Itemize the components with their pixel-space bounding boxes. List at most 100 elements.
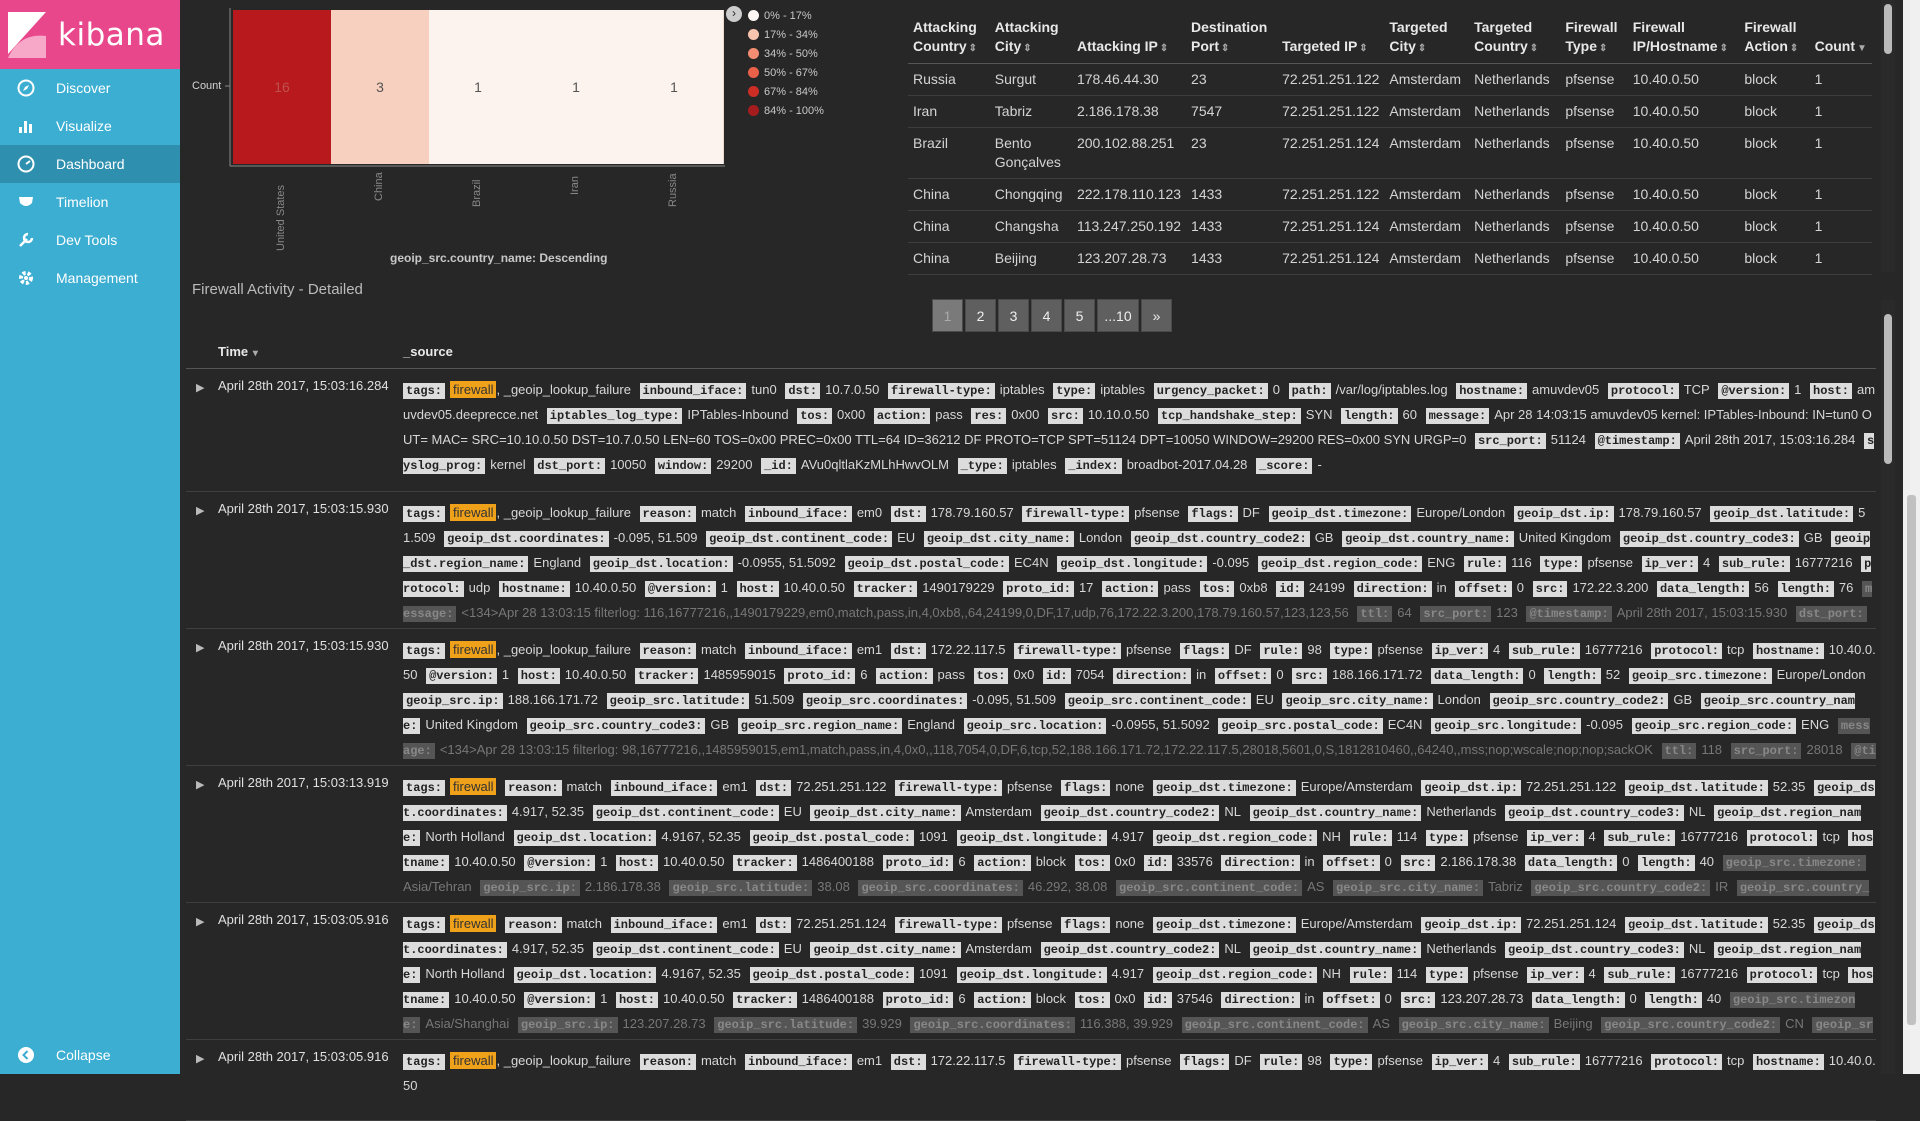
- legend-item[interactable]: 34% - 50%: [748, 44, 824, 63]
- field-value: pfsense: [1125, 642, 1172, 657]
- field-key: ttl:: [1661, 743, 1697, 759]
- source-field: protocol: tcp: [1651, 1053, 1749, 1070]
- field-key: id:: [1043, 668, 1071, 684]
- source-field: id: 37546: [1144, 991, 1218, 1008]
- page-button[interactable]: 4: [1031, 299, 1062, 332]
- attacks-table-scrollbar[interactable]: [1881, 0, 1895, 272]
- field-key: geoip_dst.region_code:: [1257, 556, 1423, 572]
- field-key: geoip_dst.location:: [589, 556, 733, 572]
- field-value: 40: [1706, 991, 1722, 1006]
- legend-item[interactable]: 17% - 34%: [748, 25, 824, 44]
- source-field: reason: match: [639, 505, 742, 522]
- source-field: geoip_dst.postal_code: EC4N: [844, 555, 1054, 572]
- doc-table-scrollbar[interactable]: [1881, 300, 1895, 1074]
- field-key: tos:: [797, 408, 833, 424]
- page-button[interactable]: 3: [998, 299, 1029, 332]
- field-key: geoip_src.latitude:: [606, 693, 750, 709]
- column-header[interactable]: Destination Port ⇕: [1186, 14, 1278, 64]
- column-header[interactable]: Targeted IP ⇕: [1277, 14, 1385, 64]
- field-value: DF: [1234, 1053, 1252, 1068]
- page-button[interactable]: 5: [1064, 299, 1095, 332]
- legend-toggle-button[interactable]: ›: [726, 6, 742, 22]
- field-key: geoip_dst.country_code2:: [1040, 805, 1220, 821]
- field-value: tcp: [1822, 829, 1840, 844]
- scrollbar-thumb[interactable]: [1884, 314, 1892, 464]
- source-field: data_length: 0: [1532, 991, 1642, 1008]
- field-value: 116.388, 39.929: [1079, 1016, 1173, 1031]
- column-header[interactable]: Firewall Action ⇕: [1739, 14, 1810, 64]
- field-key: dst_port:: [534, 458, 606, 474]
- field-value: 4: [1493, 642, 1501, 657]
- time-column-header[interactable]: Time ▾: [218, 344, 258, 359]
- sidebar-item-visualize[interactable]: Visualize: [0, 107, 180, 145]
- source-field: firewall-type: pfsense: [895, 916, 1057, 933]
- field-key: geoip_src.country_code2:: [1531, 880, 1711, 896]
- field-key: tags:: [403, 917, 446, 933]
- page-scrollbar[interactable]: [1903, 0, 1920, 1074]
- field-key: geoip_src.region_name:: [737, 718, 903, 734]
- sidebar-item-discover[interactable]: Discover: [0, 69, 180, 107]
- table-row: China Changsha 113.247.250.192 1433 72.251.2…: [908, 210, 1872, 243]
- column-header-label: Targeted Country: [1474, 19, 1533, 54]
- heatmap-cell[interactable]: 16: [233, 10, 332, 164]
- field-key: @version:: [524, 992, 596, 1008]
- page-button[interactable]: 1: [932, 299, 963, 332]
- column-header[interactable]: Count ▼: [1809, 14, 1872, 64]
- expand-row-icon[interactable]: ▶: [196, 778, 204, 791]
- legend-item[interactable]: 84% - 100%: [748, 101, 824, 120]
- attacks-table-panel: Attacking Country ⇕ Attacking City ⇕ Attacki…: [908, 14, 1872, 276]
- field-value: 16777216: [1584, 1053, 1643, 1068]
- heatmap-cell[interactable]: 1: [527, 10, 626, 164]
- column-header[interactable]: Attacking IP ⇕: [1071, 14, 1187, 64]
- page-button[interactable]: 2: [965, 299, 996, 332]
- collapse-button[interactable]: Collapse: [0, 1036, 180, 1074]
- source-field: geoip_dst.location: 4.9167, 52.35: [513, 966, 746, 983]
- kibana-logo[interactable]: kibana: [0, 0, 180, 69]
- source-field: geoip_src.ip: 2.186.178.38: [480, 879, 666, 896]
- column-header[interactable]: Attacking City ⇕: [989, 14, 1072, 64]
- page-button[interactable]: ...10: [1097, 299, 1139, 332]
- y-axis-label: Count: [192, 80, 222, 92]
- sidebar-item-label: Dev Tools: [56, 232, 118, 248]
- table-cell: Brazil: [908, 127, 990, 179]
- page-button[interactable]: »: [1141, 299, 1172, 332]
- field-key: geoip_dst.timezone:: [1152, 780, 1296, 796]
- column-header[interactable]: Firewall Type ⇕: [1560, 14, 1628, 64]
- source-field: geoip_dst.ip: 178.79.160.57: [1513, 505, 1707, 522]
- field-key: direction:: [1113, 668, 1192, 684]
- column-header-label: Attacking Country: [913, 19, 977, 54]
- legend-item[interactable]: 67% - 84%: [748, 82, 824, 101]
- heatmap-cell[interactable]: 1: [625, 10, 724, 164]
- field-key: proto_id:: [882, 855, 954, 871]
- column-header[interactable]: Targeted City ⇕: [1384, 14, 1470, 64]
- sidebar-item-management[interactable]: Management: [0, 259, 180, 297]
- attacks-table-body: Russia Surgut 178.46.44.30 23 72.251.251.122…: [908, 63, 1872, 275]
- field-key: geoip_src.country_code2:: [1489, 693, 1669, 709]
- heatmap-cell[interactable]: 1: [429, 10, 528, 164]
- column-header[interactable]: Attacking Country ⇕: [908, 14, 990, 64]
- heatmap-cell[interactable]: 3: [331, 10, 430, 164]
- table-cell: block: [1739, 127, 1810, 179]
- expand-row-icon[interactable]: ▶: [196, 915, 204, 928]
- source-field: flags: DF: [1188, 505, 1265, 522]
- page-scrollbar-thumb[interactable]: [1907, 495, 1916, 1025]
- source-field: protocol: tcp: [1651, 642, 1749, 659]
- sidebar-item-dev-tools[interactable]: Dev Tools: [0, 221, 180, 259]
- sidebar-item-timelion[interactable]: Timelion: [0, 183, 180, 221]
- expand-row-icon[interactable]: ▶: [196, 1052, 204, 1065]
- column-header[interactable]: Firewall IP/Hostname ⇕: [1627, 14, 1740, 64]
- column-header[interactable]: Targeted Country ⇕: [1469, 14, 1561, 64]
- field-value: 0: [1272, 382, 1280, 397]
- expand-row-icon[interactable]: ▶: [196, 641, 204, 654]
- doc-table-rows: ▶ April 28th 2017, 15:03:16.284 tags: firew…: [186, 369, 1876, 1121]
- legend-item[interactable]: 50% - 67%: [748, 63, 824, 82]
- source-field: proto_id: 6: [882, 991, 971, 1008]
- expand-row-icon[interactable]: ▶: [196, 504, 204, 517]
- expand-row-icon[interactable]: ▶: [196, 381, 204, 394]
- field-key: dst:: [890, 506, 926, 522]
- scrollbar-thumb[interactable]: [1884, 4, 1892, 54]
- legend-item[interactable]: 0% - 17%: [748, 6, 824, 25]
- field-key: dst:: [756, 917, 792, 933]
- sidebar-item-dashboard[interactable]: Dashboard: [0, 145, 180, 183]
- source-field: ttl: 64: [1357, 605, 1416, 622]
